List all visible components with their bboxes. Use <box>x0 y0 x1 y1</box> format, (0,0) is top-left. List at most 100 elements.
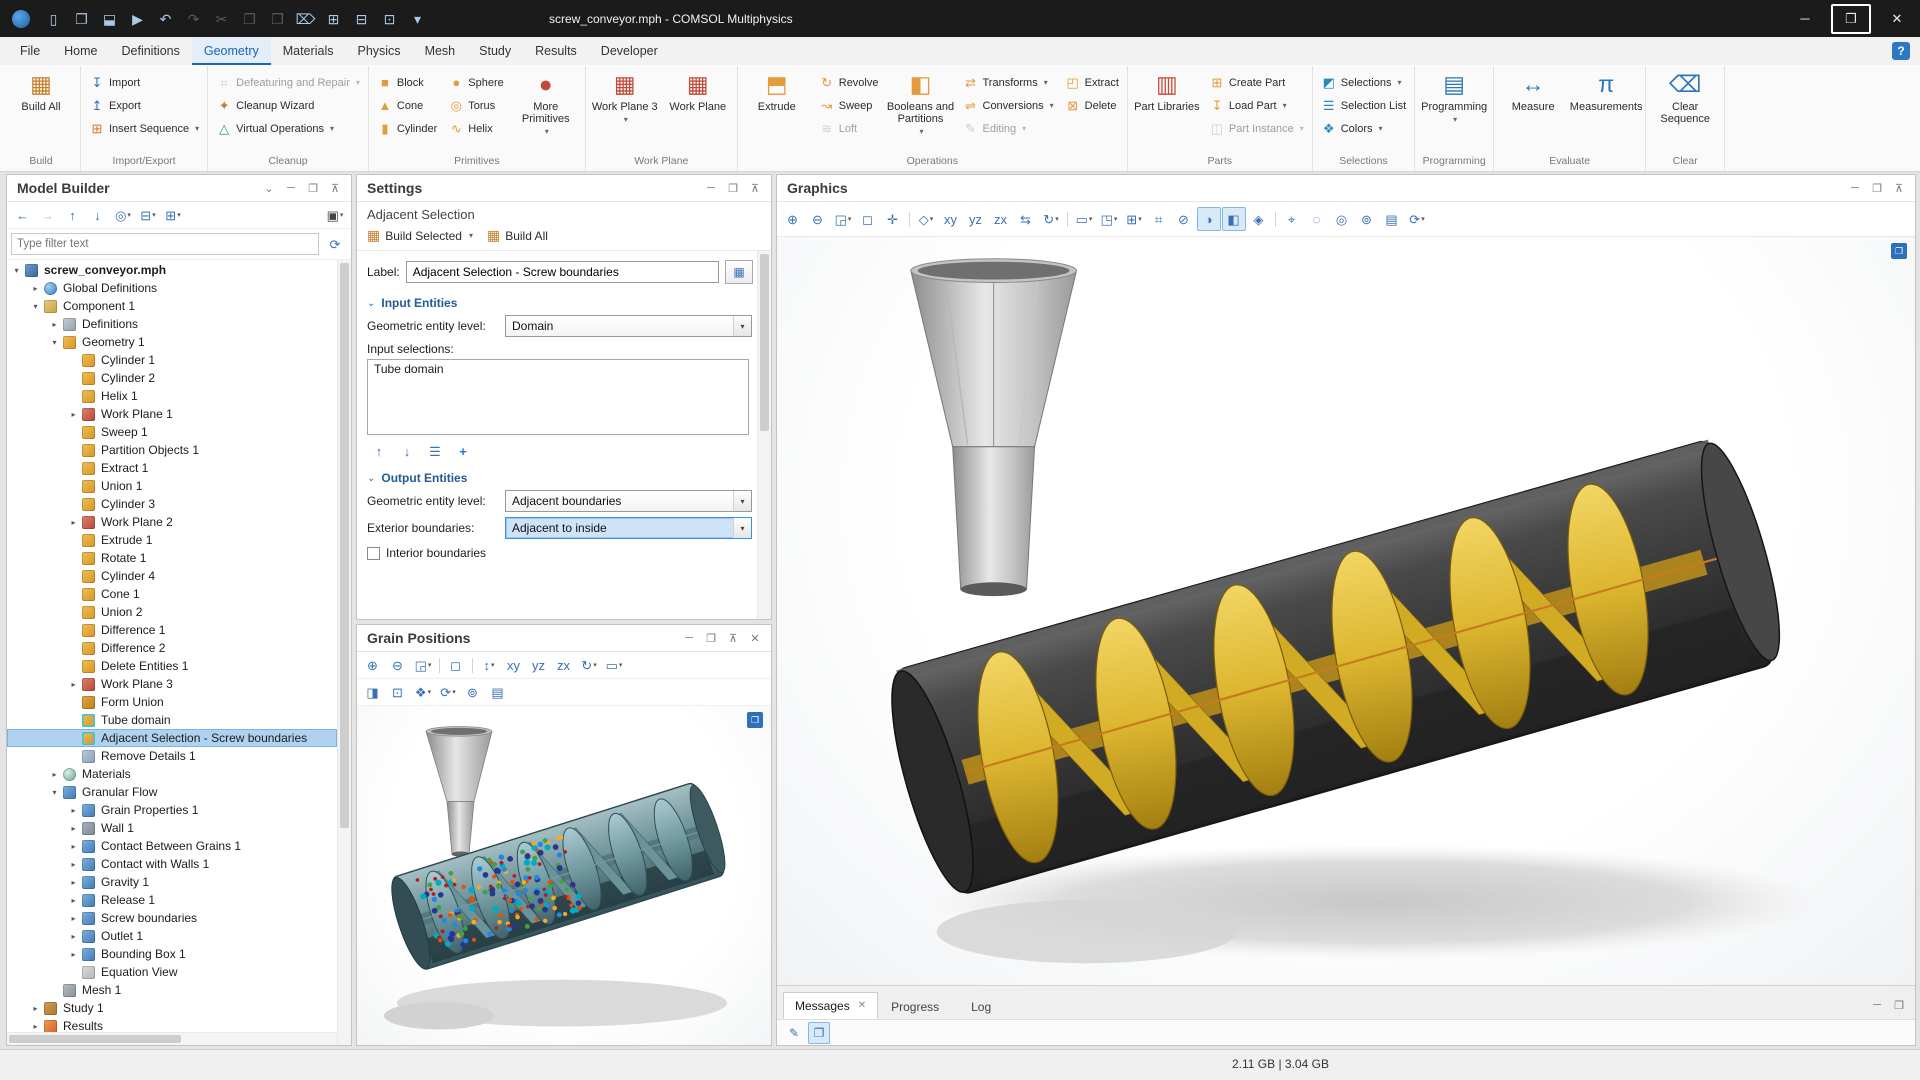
tree-item[interactable]: Rotate 1 <box>7 549 337 567</box>
work-plane-button[interactable]: ▦Work Plane <box>664 68 732 153</box>
clear-messages-icon[interactable]: ✎ <box>783 1022 805 1044</box>
import-button[interactable]: ↧Import <box>86 72 202 93</box>
tree-item[interactable]: Equation View <box>7 963 337 981</box>
help-icon[interactable]: ? <box>1892 42 1910 60</box>
paste-icon[interactable]: ❒ <box>264 6 291 32</box>
tree-item[interactable]: Helix 1 <box>7 387 337 405</box>
build-all-button[interactable]: ▦ Build All <box>487 227 548 244</box>
grain-color-theme-icon[interactable]: ❖▾ <box>411 680 435 704</box>
tree-item[interactable]: ▸ Release 1 <box>7 891 337 909</box>
settings-float-icon[interactable]: ❐ <box>723 179 743 197</box>
delete-button[interactable]: ⊠Delete <box>1062 95 1122 116</box>
tree-item[interactable]: ▾ Granular Flow <box>7 783 337 801</box>
grain-rotate-view-icon[interactable]: ↻▾ <box>577 653 601 677</box>
grain-update-icon[interactable]: ⟳▾ <box>436 680 460 704</box>
tree-item[interactable]: Sweep 1 <box>7 423 337 441</box>
label-input[interactable] <box>406 261 719 283</box>
wireframe-icon[interactable]: ◈ <box>1247 207 1271 231</box>
transforms-button[interactable]: ⇄Transforms▾ <box>960 72 1057 93</box>
grain-plot-image-icon[interactable]: ◨ <box>361 680 385 704</box>
cut-icon[interactable]: ✂ <box>208 6 235 32</box>
zoom-out-icon[interactable]: ⊖ <box>806 207 830 231</box>
zoom-in-icon[interactable]: ⊕ <box>781 207 805 231</box>
settings-window-icon[interactable]: ⊟ <box>348 6 375 32</box>
tree-item[interactable]: ▸ Global Definitions <box>7 279 337 297</box>
graphics-pin-icon[interactable]: ⊼ <box>1889 179 1909 197</box>
model-builder-minimize-icon[interactable]: ─ <box>281 179 301 197</box>
grain-zoom-extents-icon[interactable]: ◻ <box>444 653 468 677</box>
tab-materials[interactable]: Materials <box>271 37 346 65</box>
show-options-icon[interactable]: ◎▾ <box>111 203 135 227</box>
build-all-button[interactable]: ▦Build All <box>7 68 75 153</box>
tree-item[interactable]: ▸ Results <box>7 1017 337 1032</box>
input-selections-list[interactable]: Tube domain <box>367 359 749 435</box>
tree-item[interactable]: Cylinder 1 <box>7 351 337 369</box>
output-entity-level-select[interactable]: Adjacent boundaries ▾ <box>505 490 752 512</box>
grid-icon[interactable]: ⌗ <box>1147 207 1171 231</box>
part-instance-button[interactable]: ◫Part Instance▾ <box>1206 118 1307 139</box>
open-file-icon[interactable]: ❐ <box>68 6 95 32</box>
grain-pin-icon[interactable]: ⊼ <box>723 629 743 647</box>
selection-list-button[interactable]: ☰Selection List <box>1318 95 1409 116</box>
tree-item[interactable]: ▸ Contact Between Grains 1 <box>7 837 337 855</box>
tab-geometry[interactable]: Geometry <box>192 37 271 65</box>
scene-settings-icon[interactable]: ⊞▾ <box>1122 207 1146 231</box>
tab-progress[interactable]: Progress <box>880 994 958 1019</box>
rotate-view-icon[interactable]: ↻▾ <box>1039 207 1063 231</box>
expand-arrow-icon[interactable]: ▸ <box>68 950 79 959</box>
float-plot-icon[interactable]: ❐ <box>747 712 763 728</box>
conversions-button[interactable]: ⇌Conversions▾ <box>960 95 1057 116</box>
model-builder-window-icon[interactable]: ⊞ <box>320 6 347 32</box>
grain-zoom-in-icon[interactable]: ⊕ <box>361 653 385 677</box>
move-up-icon[interactable]: ↑ <box>61 203 85 227</box>
grain-positions-canvas[interactable]: ❐ <box>357 706 771 1045</box>
model-tree-node-text-icon[interactable]: ▣▾ <box>323 203 347 227</box>
expand-arrow-icon[interactable]: ▾ <box>49 788 60 797</box>
tab-messages[interactable]: Messages ✕ <box>783 992 878 1019</box>
block-button[interactable]: ■Block <box>374 72 440 93</box>
tree-item[interactable]: Remove Details 1 <box>7 747 337 765</box>
tree-item[interactable]: Mesh 1 <box>7 981 337 999</box>
quick-style-icon[interactable]: ◳▾ <box>1097 207 1121 231</box>
tree-item[interactable]: ▸ Outlet 1 <box>7 927 337 945</box>
clear-sequence-button[interactable]: ⌫Clear Sequence <box>1651 68 1719 153</box>
grain-axis-orientation-icon[interactable]: ↕▾ <box>477 653 501 677</box>
information-float-icon[interactable]: ❐ <box>1889 996 1909 1014</box>
part-libraries-button[interactable]: ▥Part Libraries <box>1133 68 1201 153</box>
model-builder-chevron-icon[interactable]: ⌄ <box>259 179 279 197</box>
tree-item[interactable]: ▸ Screw boundaries <box>7 909 337 927</box>
extract-button[interactable]: ◰Extract <box>1062 72 1122 93</box>
tab-results[interactable]: Results <box>523 37 589 65</box>
expand-arrow-icon[interactable]: ▸ <box>68 896 79 905</box>
customize-quick-access-icon[interactable]: ▾ <box>404 6 431 32</box>
tree-item[interactable]: ▸ Bounding Box 1 <box>7 945 337 963</box>
grain-positions-3d-scene[interactable] <box>357 706 771 1045</box>
selections-button[interactable]: ◩Selections▾ <box>1318 72 1409 93</box>
tab-file[interactable]: File <box>8 37 52 65</box>
tree-item[interactable]: ▸ Work Plane 1 <box>7 405 337 423</box>
tree-item[interactable]: ▸ Work Plane 2 <box>7 513 337 531</box>
hopper[interactable] <box>426 726 492 856</box>
tree-item[interactable]: Union 1 <box>7 477 337 495</box>
expand-arrow-icon[interactable]: ▸ <box>68 914 79 923</box>
defeaturing-and-repair-button[interactable]: ⌗Defeaturing and Repair▾ <box>213 72 363 93</box>
tree-item[interactable]: ▾ Component 1 <box>7 297 337 315</box>
flip-view-icon[interactable]: ⇆ <box>1014 207 1038 231</box>
expand-arrow-icon[interactable]: ▸ <box>49 770 60 779</box>
tree-item[interactable]: Delete Entities 1 <box>7 657 337 675</box>
tree-item[interactable]: Extract 1 <box>7 459 337 477</box>
tree-item[interactable]: Cylinder 3 <box>7 495 337 513</box>
selection-list-icon[interactable]: ☰ <box>423 439 447 463</box>
pan-icon[interactable]: ✛ <box>881 207 905 231</box>
go-to-default-view-icon[interactable]: ◇▾ <box>914 207 938 231</box>
model-tree-hscrollbar[interactable] <box>7 1032 337 1045</box>
grain-print-icon[interactable]: ▤ <box>486 680 510 704</box>
hide-objects-icon[interactable]: ⊘ <box>1172 207 1196 231</box>
tree-item[interactable]: Cone 1 <box>7 585 337 603</box>
selection-move-up-icon[interactable]: ↑ <box>367 439 391 463</box>
close-button[interactable]: ✕ <box>1874 0 1920 37</box>
expand-arrow-icon[interactable]: ▾ <box>11 266 22 275</box>
insert-sequence-button[interactable]: ⊞Insert Sequence▾ <box>86 118 202 139</box>
new-file-icon[interactable]: ▯ <box>40 6 67 32</box>
expand-arrow-icon[interactable]: ▸ <box>68 518 79 527</box>
